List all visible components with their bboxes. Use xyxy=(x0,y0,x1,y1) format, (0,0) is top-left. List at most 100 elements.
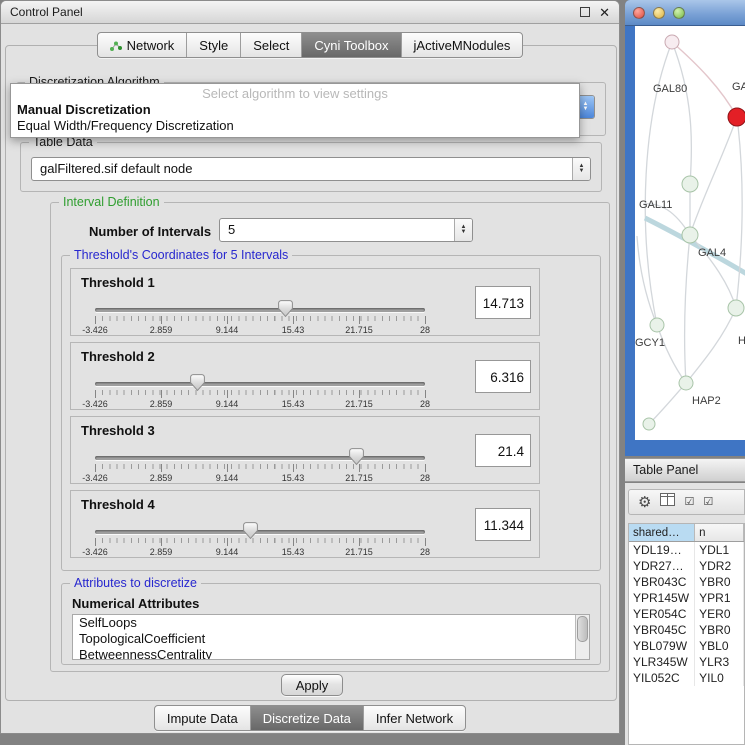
table-cell[interactable]: YBR045C xyxy=(629,622,695,638)
table-cell[interactable]: YDR27… xyxy=(629,558,695,574)
threshold-value-field[interactable]: 21.4 xyxy=(475,434,531,467)
table-cell[interactable]: YPR145W xyxy=(629,590,695,606)
threshold-value-field[interactable]: 6.316 xyxy=(475,360,531,393)
table-row[interactable]: YPR145WYPR1 xyxy=(629,590,744,606)
algorithm-option[interactable]: Manual Discretization xyxy=(11,102,579,118)
table-panel-titlebar[interactable]: Table Panel xyxy=(625,458,745,482)
list-item[interactable]: BetweennessCentrality xyxy=(73,647,589,660)
network-edge[interactable] xyxy=(686,308,736,383)
slider-major-tick xyxy=(227,464,228,472)
table-cell[interactable]: YDL1 xyxy=(695,542,744,559)
network-canvas[interactable]: GAL80GAL8GAL11GAL4GCY1HHAP2 xyxy=(635,26,745,440)
tab-jactivemnodules[interactable]: jActiveMNodules xyxy=(402,33,523,57)
threshold-value-field[interactable]: 14.713 xyxy=(475,286,531,319)
slider-thumb[interactable] xyxy=(190,374,205,391)
close-icon[interactable]: ✕ xyxy=(599,6,610,19)
number-of-intervals-combo[interactable]: 5 ▲ ▼ xyxy=(219,218,473,242)
threshold-slider[interactable]: -3.4262.8599.14415.4321.71528 xyxy=(95,445,425,483)
network-node[interactable] xyxy=(728,300,744,316)
table-cell[interactable]: YDR2 xyxy=(695,558,744,574)
table-cell[interactable]: YBR0 xyxy=(695,574,744,590)
table-row[interactable]: YBR043CYBR0 xyxy=(629,574,744,590)
table-cell[interactable]: YLR3 xyxy=(695,654,744,670)
select-none-checkbox-icon[interactable]: ☑ xyxy=(703,497,713,508)
network-node[interactable] xyxy=(682,176,698,192)
tab-discretize-data[interactable]: Discretize Data xyxy=(251,706,364,730)
combo-stepper-icon[interactable]: ▲ ▼ xyxy=(572,158,590,180)
table-row[interactable]: YBR045CYBR0 xyxy=(629,622,744,638)
list-scrollbar[interactable] xyxy=(575,615,589,659)
minimize-traffic-light-icon[interactable] xyxy=(653,7,665,19)
table-row[interactable]: YDR27…YDR2 xyxy=(629,558,744,574)
column-header[interactable]: n xyxy=(695,524,744,542)
table-row[interactable]: YLR345WYLR3 xyxy=(629,654,744,670)
tab-select[interactable]: Select xyxy=(241,33,302,57)
network-node[interactable] xyxy=(643,418,655,430)
network-node[interactable] xyxy=(650,318,664,332)
slider-thumb[interactable] xyxy=(278,300,293,317)
gear-icon[interactable]: ⚙ xyxy=(638,495,651,510)
slider-thumb[interactable] xyxy=(349,448,364,465)
network-view-window: GAL80GAL8GAL11GAL4GCY1HHAP2 xyxy=(625,0,745,456)
table-cell[interactable]: YER054C xyxy=(629,606,695,622)
tab-network[interactable]: Network xyxy=(98,33,188,57)
list-item[interactable]: SelfLoops xyxy=(73,615,589,631)
network-edge[interactable] xyxy=(672,42,691,184)
apply-button[interactable]: Apply xyxy=(281,674,343,696)
control-panel-titlebar[interactable]: Control Panel ✕ xyxy=(1,1,619,24)
table-cell[interactable]: YIL0 xyxy=(695,670,744,686)
close-traffic-light-icon[interactable] xyxy=(633,7,645,19)
scrollbar-thumb[interactable] xyxy=(577,616,588,642)
tab-cyni-toolbox[interactable]: Cyni Toolbox xyxy=(302,33,401,57)
network-edge[interactable] xyxy=(657,325,686,383)
slider-track[interactable] xyxy=(95,530,425,534)
table-cell[interactable]: YER0 xyxy=(695,606,744,622)
slider-thumb[interactable] xyxy=(243,522,258,539)
network-window-titlebar[interactable] xyxy=(625,0,745,26)
table-cell[interactable]: YBL079W xyxy=(629,638,695,654)
algorithm-option[interactable]: Equal Width/Frequency Discretization xyxy=(11,118,579,134)
network-edge[interactable] xyxy=(672,42,737,117)
table-cell[interactable]: YDL19… xyxy=(629,542,695,559)
maximize-icon[interactable] xyxy=(580,7,590,17)
columns-icon[interactable] xyxy=(660,493,675,511)
network-node[interactable] xyxy=(665,35,679,49)
network-edge[interactable] xyxy=(736,117,742,308)
tab-impute-data[interactable]: Impute Data xyxy=(155,706,251,730)
threshold-slider[interactable]: -3.4262.8599.14415.4321.71528 xyxy=(95,371,425,409)
table-cell[interactable]: YBL0 xyxy=(695,638,744,654)
network-edge[interactable] xyxy=(685,235,690,383)
zoom-traffic-light-icon[interactable] xyxy=(673,7,685,19)
slider-track[interactable] xyxy=(95,382,425,386)
network-node[interactable] xyxy=(728,108,745,126)
network-node[interactable] xyxy=(679,376,693,390)
table-row[interactable]: YER054CYER0 xyxy=(629,606,744,622)
table-cell[interactable]: YIL052C xyxy=(629,670,695,686)
network-node[interactable] xyxy=(682,227,698,243)
select-all-checkbox-icon[interactable]: ☑ xyxy=(684,497,694,508)
network-edge[interactable] xyxy=(690,117,737,235)
table-data-combo[interactable]: galFiltered.sif default node ▲ ▼ xyxy=(31,157,591,181)
column-header[interactable]: shared… xyxy=(629,524,695,542)
network-edge[interactable] xyxy=(649,383,686,424)
slider-track[interactable] xyxy=(95,456,425,460)
table-cell[interactable]: YPR1 xyxy=(695,590,744,606)
table-row[interactable]: YBL079WYBL0 xyxy=(629,638,744,654)
table-cell[interactable]: YBR043C xyxy=(629,574,695,590)
table-row[interactable]: YDL19…YDL1 xyxy=(629,542,744,559)
tab-infer-network[interactable]: Infer Network xyxy=(364,706,465,730)
numerical-attributes-list[interactable]: SelfLoopsTopologicalCoefficientBetweenne… xyxy=(72,614,590,660)
threshold-value-field[interactable]: 11.344 xyxy=(475,508,531,541)
table-cell[interactable]: YLR345W xyxy=(629,654,695,670)
top-tabs-row: NetworkStyleSelectCyni ToolboxjActiveMNo… xyxy=(1,32,619,58)
network-edge[interactable] xyxy=(645,218,745,274)
threshold-slider[interactable]: -3.4262.8599.14415.4321.71528 xyxy=(95,297,425,335)
slider-track[interactable] xyxy=(95,308,425,312)
combo-stepper-icon[interactable]: ▲ ▼ xyxy=(454,219,472,241)
list-item[interactable]: TopologicalCoefficient xyxy=(73,631,589,647)
tab-style[interactable]: Style xyxy=(187,33,241,57)
threshold-slider[interactable]: -3.4262.8599.14415.4321.71528 xyxy=(95,519,425,557)
table-cell[interactable]: YBR0 xyxy=(695,622,744,638)
table-row[interactable]: YIL052CYIL0 xyxy=(629,670,744,686)
tab-label: Discretize Data xyxy=(263,711,351,726)
